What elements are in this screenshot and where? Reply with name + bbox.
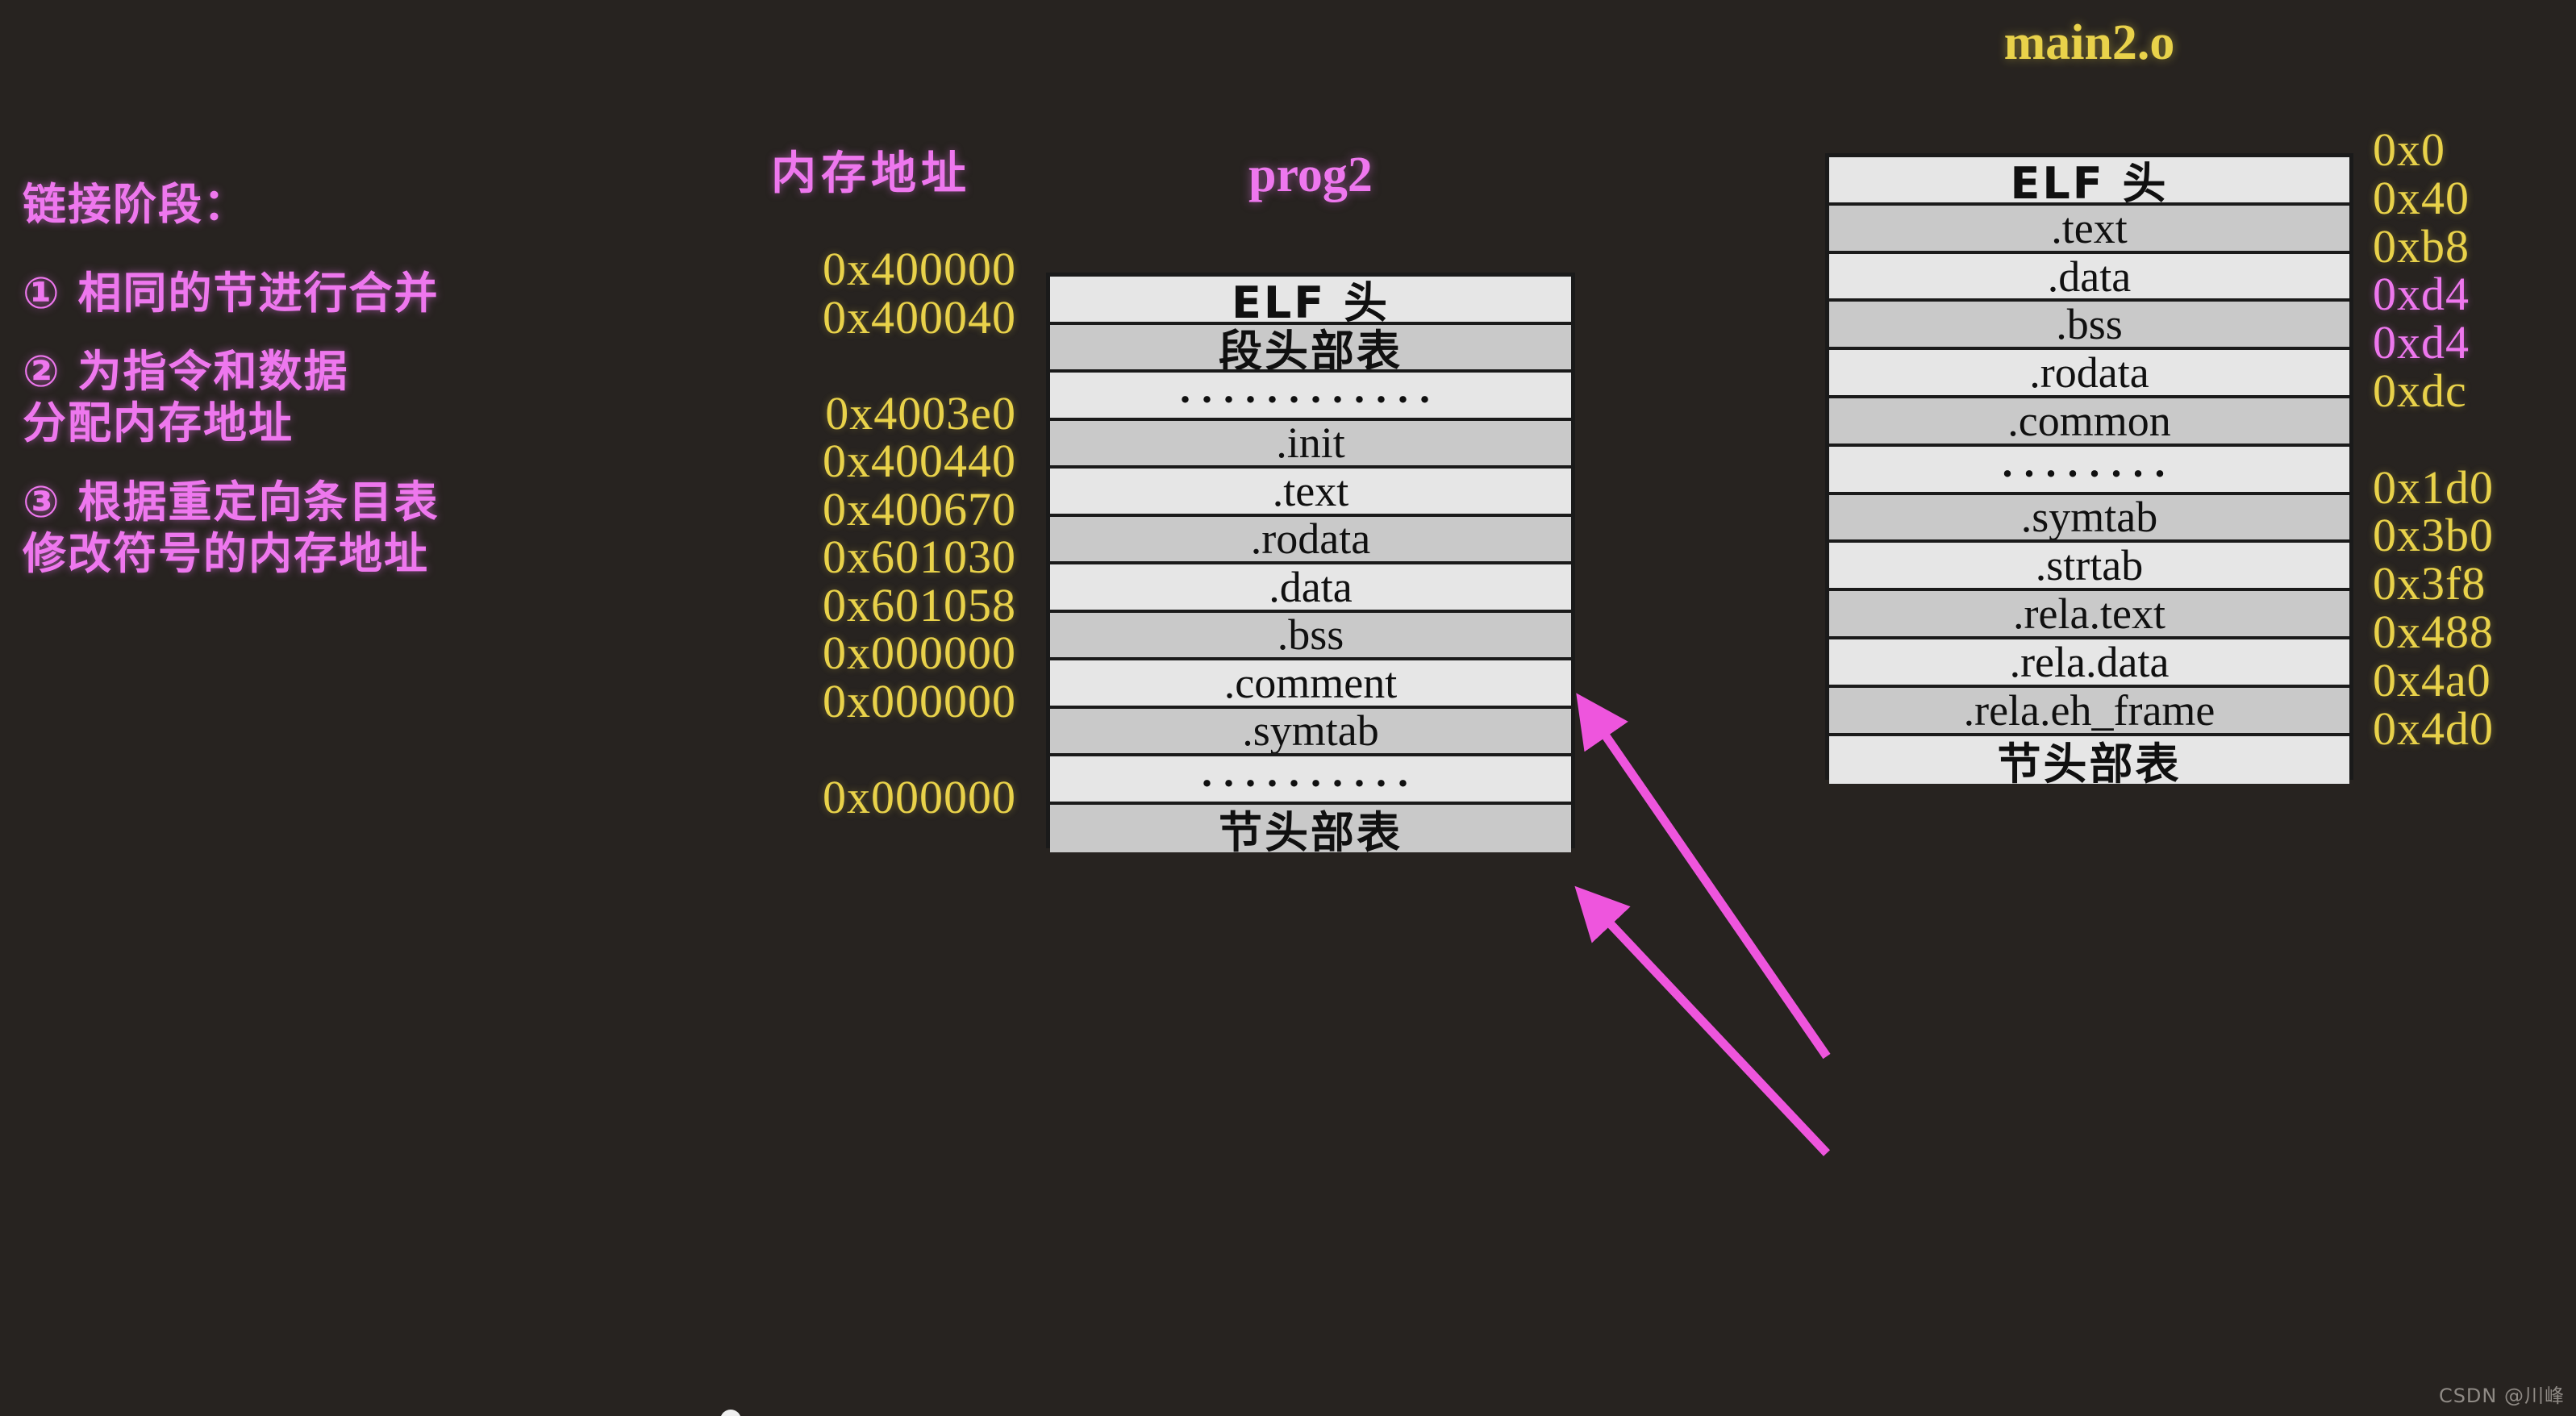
memory-address-value: 0x4003e0 bbox=[825, 386, 1016, 439]
section-row-label: .init bbox=[1276, 420, 1345, 468]
section-offset-value: 0x488 bbox=[2373, 606, 2494, 658]
memory-address-value: 0x400440 bbox=[823, 435, 1016, 487]
main2o-section-box: ELF 头 .text .data .bss .rodata .common.......… bbox=[1825, 153, 2353, 785]
main2o-title: main2.o bbox=[2003, 15, 2175, 70]
section-row: .rodata bbox=[1829, 350, 2349, 398]
section-row-label: .......... bbox=[1202, 756, 1419, 797]
section-row-label: .rodata bbox=[1250, 516, 1371, 564]
section-offset-value: 0x4a0 bbox=[2373, 653, 2491, 706]
section-offset-value: 0xdc bbox=[2373, 364, 2467, 417]
section-row: .symtab bbox=[1050, 708, 1571, 756]
section-row: .rela.data bbox=[1829, 639, 2349, 688]
section-row: ........ bbox=[1829, 446, 2349, 495]
section-row-label: 节头部表 bbox=[1219, 806, 1403, 852]
notes-title: 链接阶段： bbox=[23, 179, 248, 230]
section-row-label: .data bbox=[1269, 564, 1353, 611]
section-row: 段头部表 bbox=[1050, 324, 1571, 373]
section-row-label: .rela.data bbox=[2009, 639, 2170, 686]
section-row-label: ............ bbox=[1180, 373, 1441, 413]
prog2-title: prog2 bbox=[1248, 148, 1373, 202]
section-row: .data bbox=[1829, 253, 2349, 302]
section-row-label: .rela.text bbox=[2013, 591, 2165, 639]
section-row: .symtab bbox=[1829, 494, 2349, 543]
memory-address-value: 0x400670 bbox=[823, 482, 1016, 535]
memory-address-value: 0x000000 bbox=[823, 627, 1016, 679]
section-row: .text bbox=[1050, 469, 1571, 517]
section-offset-value: 0x4d0 bbox=[2373, 702, 2494, 755]
section-row: .rodata bbox=[1050, 516, 1571, 564]
rela-data-to-data-arrow bbox=[1574, 885, 1830, 1156]
section-offset-value: 0x3f8 bbox=[2373, 557, 2486, 610]
section-row: .text bbox=[1829, 205, 2349, 254]
section-row: .comment bbox=[1050, 660, 1571, 709]
section-row-label: .symtab bbox=[1242, 708, 1379, 756]
memory-address-value: 0x601030 bbox=[823, 531, 1016, 583]
section-row-label: .text bbox=[1272, 469, 1349, 515]
section-row: .bss bbox=[1829, 302, 2349, 351]
memory-address-value: 0x000000 bbox=[823, 674, 1016, 727]
csdn-watermark: CSDN @川峰 bbox=[2438, 1385, 2565, 1407]
memory-address-value: 0x400040 bbox=[823, 290, 1016, 344]
memory-address-value: 0x601058 bbox=[823, 578, 1016, 631]
cursor-dot bbox=[720, 1410, 741, 1416]
section-row-label: 段头部表 bbox=[1219, 325, 1403, 373]
section-row: .data bbox=[1050, 564, 1571, 613]
section-row-label: .data bbox=[2047, 253, 2132, 301]
section-row-label: .symtab bbox=[2020, 494, 2158, 542]
section-row-label: .bss bbox=[1277, 612, 1344, 660]
section-row: .rela.text bbox=[1829, 591, 2349, 639]
section-row: 节头部表 bbox=[1050, 804, 1571, 852]
section-row: .......... bbox=[1050, 756, 1571, 805]
main2o-offset-column: 0x0 0x40 0xb8 0xd4 0xd4 0xdc 0x1d0 0x3b0 0x3f8 0x… bbox=[2373, 123, 2576, 780]
section-row-label: .rodata bbox=[2029, 350, 2149, 398]
prog2-section-box: ELF 头段头部表............ .init .text .rodata .d… bbox=[1046, 273, 1575, 852]
section-row: 节头部表 bbox=[1829, 735, 2349, 785]
section-row-label: 节头部表 bbox=[1997, 738, 2182, 785]
section-offset-value: 0x3b0 bbox=[2373, 509, 2494, 562]
section-row-label: ........ bbox=[2002, 446, 2177, 487]
section-row: .common bbox=[1829, 398, 2349, 447]
section-row: .init bbox=[1050, 420, 1571, 469]
memory-address-column: 0x400000 0x400040 0x4003e0 0x400440 0x400670… bbox=[484, 243, 1016, 848]
section-row-label: .text bbox=[2051, 205, 2128, 252]
section-row-label: ELF 头 bbox=[2010, 158, 2169, 206]
section-row: .rela.eh_frame bbox=[1829, 687, 2349, 736]
section-row: ELF 头 bbox=[1050, 277, 1571, 325]
section-row-label: .bss bbox=[2056, 302, 2123, 349]
memory-address-value: 0x000000 bbox=[823, 770, 1016, 823]
memory-address-column-heading: 内存地址 bbox=[771, 148, 971, 200]
section-offset-value: 0x40 bbox=[2373, 171, 2470, 224]
section-offset-value: 0xd4 bbox=[2373, 268, 2470, 321]
section-row-label: .common bbox=[2007, 398, 2171, 445]
section-offset-value: 0xd4 bbox=[2373, 316, 2470, 369]
section-row-label: .strtab bbox=[2035, 543, 2144, 590]
memory-address-value: 0x400000 bbox=[823, 243, 1016, 295]
rela-text-to-text-arrow bbox=[1576, 693, 1831, 1060]
section-row: .bss bbox=[1050, 612, 1571, 660]
section-offset-value: 0x1d0 bbox=[2373, 460, 2494, 514]
section-offset-value: 0xb8 bbox=[2373, 219, 2470, 273]
slide-canvas: 链接阶段： ① 相同的节进行合并 ② 为指令和数据 分配内存地址 ③ 根据重定向… bbox=[0, 0, 2576, 1416]
section-row-label: .comment bbox=[1223, 660, 1398, 707]
section-row: .strtab bbox=[1829, 543, 2349, 592]
section-row: ELF 头 bbox=[1829, 157, 2349, 206]
section-offset-value: 0x0 bbox=[2373, 123, 2445, 176]
section-row-label: ELF 头 bbox=[1232, 277, 1390, 325]
section-row-label: .rela.eh_frame bbox=[1963, 687, 2215, 735]
section-row: ............ bbox=[1050, 373, 1571, 421]
